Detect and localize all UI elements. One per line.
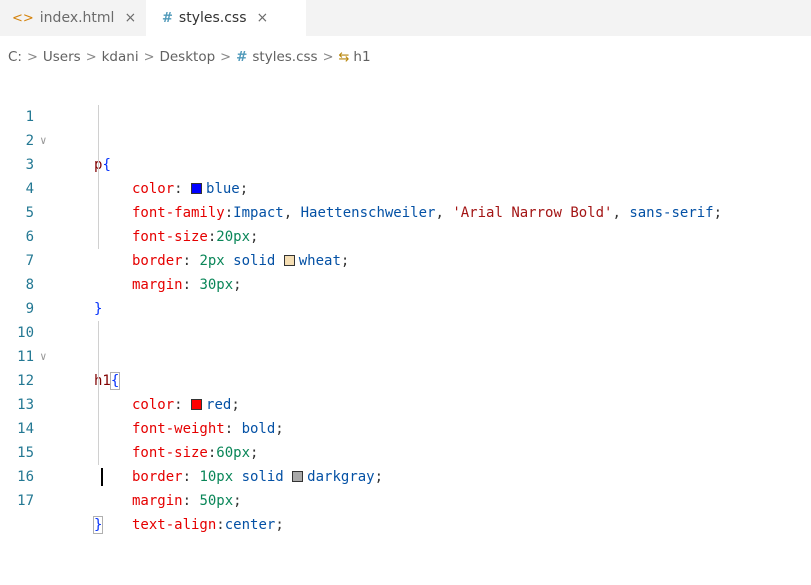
code-line: 11 color: red;	[0, 321, 811, 413]
code-line: 14 border: 10px solid darkgray;	[0, 393, 811, 485]
semicolon: ;	[275, 517, 284, 533]
code-line: 6 margin: 30px;	[0, 201, 811, 293]
code-line: 15 margin: 50px;	[0, 417, 811, 509]
chevron-right-icon: >	[26, 49, 38, 65]
close-icon[interactable]: ×	[124, 10, 136, 26]
chevron-right-icon: >	[85, 49, 97, 65]
semicolon: ;	[233, 493, 242, 509]
html-file-icon: <>	[12, 10, 34, 26]
indent-guide	[98, 321, 99, 345]
indent-guide	[98, 201, 99, 225]
close-brace: }	[92, 516, 104, 534]
code-line: 1 ∨ p{	[0, 81, 811, 173]
indent-guide	[98, 177, 99, 201]
colon: :	[216, 517, 225, 533]
code-line: 9	[0, 273, 811, 317]
css-file-icon: #	[162, 10, 173, 26]
css-selector-symbol-icon: ⇆	[338, 49, 350, 65]
code-line: 12 font-weight: bold;	[0, 345, 811, 437]
line-number: 17	[17, 493, 34, 509]
indent-guide	[98, 129, 99, 153]
indent-guide	[98, 153, 99, 177]
breadcrumb: C: > Users > kdani > Desktop > # styles.…	[8, 46, 371, 68]
code-line: 13 font-size:60px;	[0, 369, 811, 461]
text-cursor	[101, 468, 103, 486]
css-property: margin	[132, 493, 183, 509]
code-line: 4 font-size:20px;	[0, 153, 811, 245]
close-icon[interactable]: ×	[257, 10, 269, 26]
tab-label: styles.css	[178, 10, 247, 26]
indent-guide	[98, 345, 99, 369]
css-file-icon: #	[236, 49, 248, 65]
breadcrumb-symbol[interactable]: h1	[353, 49, 370, 65]
chevron-right-icon: >	[322, 49, 334, 65]
indent-guide	[98, 441, 99, 465]
code-editor[interactable]: 1 ∨ p{ 2 color: blue; 3 font-family:Impa…	[0, 81, 811, 534]
code-line: 17 }	[0, 465, 811, 534]
breadcrumb-drive[interactable]: C:	[8, 49, 22, 65]
breadcrumb-user[interactable]: kdani	[102, 49, 139, 65]
code-line: 3 font-family:Impact, Haettenschweiler, …	[0, 129, 811, 221]
indent-guide	[98, 369, 99, 393]
code-line: 5 border: 2px solid wheat;	[0, 177, 811, 269]
breadcrumb-file[interactable]: styles.css	[252, 49, 317, 65]
css-value: center	[224, 517, 276, 533]
breadcrumb-users[interactable]: Users	[43, 49, 81, 65]
indent-guide	[98, 225, 99, 249]
indent-guide	[98, 417, 99, 441]
tab-styles-css[interactable]: # styles.css ×	[146, 0, 306, 36]
code-line: 16 text-align:center;	[0, 441, 811, 533]
colon: :	[182, 493, 200, 509]
css-property: text-align	[132, 517, 217, 533]
chevron-right-icon: >	[220, 49, 232, 65]
code-line: 2 color: blue;	[0, 105, 811, 197]
indent-guide	[98, 105, 99, 129]
tab-index-html[interactable]: <> index.html ×	[0, 0, 146, 36]
editor-tab-bar: <> index.html × # styles.css ×	[0, 0, 811, 36]
code-line: 7	[0, 225, 811, 269]
tab-label: index.html	[39, 10, 115, 26]
indent-guide	[98, 393, 99, 417]
css-number: 50px	[199, 493, 234, 509]
breadcrumb-desktop[interactable]: Desktop	[159, 49, 215, 65]
code-line: 10 ∨ h1{	[0, 297, 811, 390]
chevron-right-icon: >	[143, 49, 155, 65]
code-line: 8 }	[0, 249, 811, 317]
